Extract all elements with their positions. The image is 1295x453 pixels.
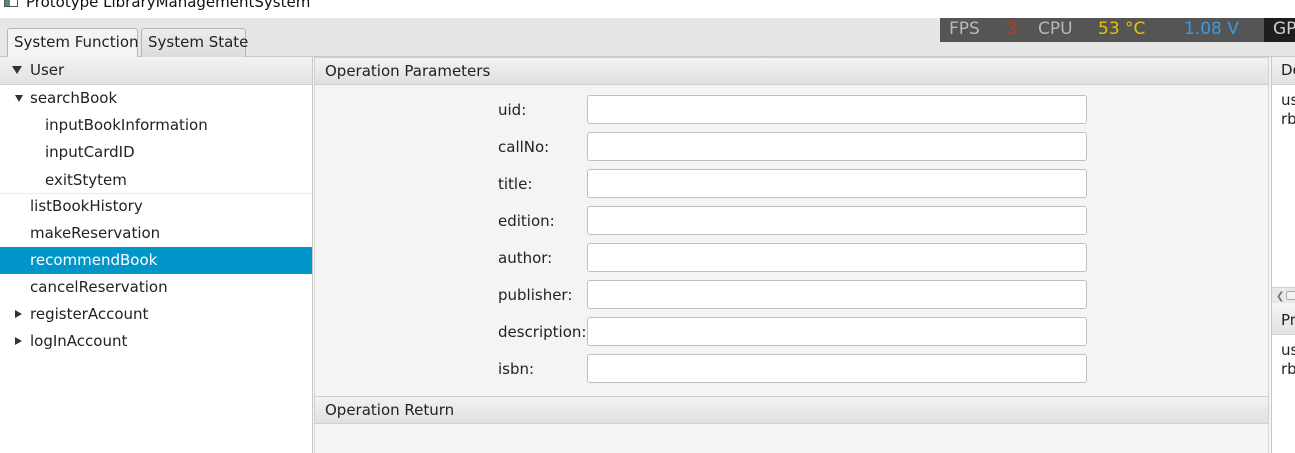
fps-value: 3 [1006, 19, 1017, 39]
field-edition: edition: [315, 206, 1270, 236]
tree-item-label: logInAccount [30, 332, 128, 350]
tree-item-makeReservation[interactable]: makeReservation [0, 220, 312, 247]
fps-label: FPS [949, 19, 980, 39]
operation-return-header[interactable]: Operation Return [314, 396, 1269, 424]
app-icon [4, 0, 18, 7]
field-description: description: [315, 317, 1270, 347]
tree-item-registerAccount[interactable]: registerAccount [0, 301, 312, 328]
right-panel-bottom-header[interactable]: Pr [1272, 307, 1295, 335]
collapse-arrow-icon[interactable] [15, 337, 22, 345]
tree-item-listBookHistory[interactable]: listBookHistory [0, 193, 312, 220]
operation-panel: Operation Parameters uid: callNo: title:… [314, 57, 1269, 453]
tab-system-function[interactable]: System Function [7, 28, 139, 58]
expand-arrow-icon[interactable] [15, 95, 23, 102]
tree-item-label: registerAccount [30, 305, 149, 323]
section-title: Operation Parameters [325, 62, 491, 80]
tree-item-label: recommendBook [30, 251, 158, 269]
section-title: Operation Return [325, 401, 455, 419]
field-label: author: [498, 249, 553, 267]
title-bar: Prototype LibraryManagementSystem [0, 0, 1295, 18]
tab-system-state[interactable]: System State [141, 28, 248, 57]
right-side-panel: De us rb ❮ Pr us rb [1271, 57, 1295, 453]
tree-item-recommendBook[interactable]: recommendBook [0, 247, 312, 274]
operation-parameters-form: uid: callNo: title: edition: author: pub… [314, 85, 1269, 397]
field-label: title: [498, 175, 533, 193]
tree-item-cancelReservation[interactable]: cancelReservation [0, 274, 312, 301]
callno-input[interactable] [587, 132, 1087, 161]
right-panel-text: rb [1281, 110, 1295, 128]
cpu-label: CPU [1038, 19, 1073, 39]
edition-input[interactable] [587, 206, 1087, 235]
field-callNo: callNo: [315, 132, 1270, 162]
function-tree-panel: User searchBook inputBookInformation inp… [0, 57, 313, 453]
expand-arrow-icon[interactable] [12, 66, 22, 74]
tree-item-logInAccount[interactable]: logInAccount [0, 328, 312, 355]
field-isbn: isbn: [315, 354, 1270, 384]
tree-item-label: searchBook [30, 89, 118, 107]
field-label: edition: [498, 212, 555, 230]
tree-item-label: inputCardID [45, 143, 135, 161]
scrollbar-thumb[interactable] [1286, 291, 1295, 300]
tree-item-searchBook[interactable]: searchBook [0, 85, 312, 112]
right-panel-top-title: De [1281, 61, 1295, 79]
publisher-input[interactable] [587, 280, 1087, 309]
field-uid: uid: [315, 95, 1270, 125]
field-label: callNo: [498, 138, 550, 156]
tree-item-inputCardID[interactable]: inputCardID [0, 139, 312, 166]
tree-root-row[interactable]: User [0, 57, 312, 85]
tree-item-label: inputBookInformation [45, 116, 208, 134]
operation-parameters-header[interactable]: Operation Parameters [314, 57, 1269, 85]
right-panel-top-body: us rb [1272, 85, 1295, 287]
gpu-label: GP [1264, 18, 1295, 42]
title-input[interactable] [587, 169, 1087, 198]
tree-root-label: User [30, 61, 65, 79]
description-input[interactable] [587, 317, 1087, 346]
isbn-input[interactable] [587, 354, 1087, 383]
uid-input[interactable] [587, 95, 1087, 124]
tree-item-label: cancelReservation [30, 278, 168, 296]
right-panel-text: us [1281, 341, 1295, 359]
tree-item-exitStytem[interactable]: exitStytem [0, 167, 312, 194]
right-panel-text: rb [1281, 360, 1295, 378]
field-author: author: [315, 243, 1270, 273]
tree-item-label: exitStytem [45, 171, 127, 189]
window-title: Prototype LibraryManagementSystem [26, 0, 311, 11]
tree-item-inputBookInformation[interactable]: inputBookInformation [0, 112, 312, 139]
cpu-temperature: 53 °C [1098, 19, 1146, 39]
scroll-left-icon[interactable]: ❮ [1276, 291, 1284, 302]
operation-return-body [314, 425, 1269, 453]
author-input[interactable] [587, 243, 1087, 272]
tree-item-label: makeReservation [30, 224, 161, 242]
right-panel-bottom-body: us rb [1272, 335, 1295, 453]
horizontal-scrollbar[interactable]: ❮ [1272, 287, 1295, 303]
field-publisher: publisher: [315, 280, 1270, 310]
right-panel-top-header[interactable]: De [1272, 57, 1295, 85]
field-label: description: [498, 323, 587, 341]
voltage-readout: 1.08 V [1184, 19, 1239, 39]
collapse-arrow-icon[interactable] [15, 310, 22, 318]
right-panel-bottom-title: Pr [1281, 311, 1295, 329]
tree-item-label: listBookHistory [30, 197, 143, 215]
performance-overlay: FPS 3 CPU 53 °C 1.08 V GP [940, 18, 1295, 42]
field-label: uid: [498, 101, 527, 119]
field-label: isbn: [498, 360, 535, 378]
field-title: title: [315, 169, 1270, 199]
field-label: publisher: [498, 286, 573, 304]
right-panel-text: us [1281, 91, 1295, 109]
